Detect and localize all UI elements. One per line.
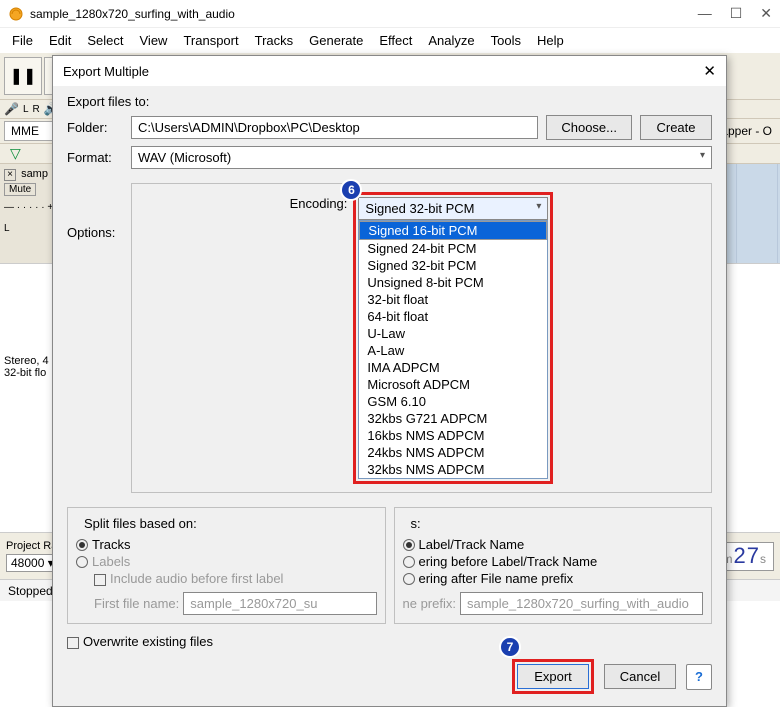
menu-select[interactable]: Select	[81, 31, 129, 50]
help-button[interactable]: ?	[686, 664, 712, 690]
encoding-opt[interactable]: Unsigned 8-bit PCM	[359, 274, 547, 291]
create-button[interactable]: Create	[640, 115, 712, 140]
encoding-opt[interactable]: Signed 16-bit PCM	[359, 221, 547, 240]
menu-help[interactable]: Help	[531, 31, 570, 50]
audio-host-select[interactable]: MME	[4, 121, 54, 141]
name-opt1-radio[interactable]: Label/Track Name	[403, 537, 704, 552]
rec-label-r: R	[33, 104, 40, 115]
mic-icon: 🎤	[4, 102, 19, 116]
split-label: Split files based on:	[80, 516, 201, 531]
options-label: Options:	[67, 225, 123, 240]
window-title: sample_1280x720_surfing_with_audio	[30, 7, 698, 21]
step-7-badge: 7	[499, 636, 521, 658]
prefix-label: ne prefix:	[403, 596, 456, 611]
mapper-label: apper - O	[721, 124, 776, 138]
menu-bar: File Edit Select View Transport Tracks G…	[0, 28, 780, 53]
track-info: Stereo, 4 32-bit flo	[4, 355, 52, 379]
dialog-title: Export Multiple	[63, 64, 703, 79]
encoding-opt[interactable]: 64-bit float	[359, 308, 547, 325]
menu-tools[interactable]: Tools	[485, 31, 527, 50]
rec-label-l: L	[23, 104, 29, 115]
encoding-opt[interactable]: Signed 24-bit PCM	[359, 240, 547, 257]
menu-edit[interactable]: Edit	[43, 31, 77, 50]
encoding-opt[interactable]: GSM 6.10	[359, 393, 547, 410]
format-select[interactable]: WAV (Microsoft)	[131, 146, 712, 169]
split-tracks-radio[interactable]: Tracks	[76, 537, 377, 552]
encoding-label: Encoding:	[290, 196, 348, 211]
encoding-opt[interactable]: 16kbs NMS ADPCM	[359, 427, 547, 444]
name-files-label: s:	[407, 516, 425, 531]
encoding-opt[interactable]: A-Law	[359, 342, 547, 359]
track-close-button[interactable]: ×	[4, 169, 16, 181]
name-opt3-radio[interactable]: ering after File name prefix	[403, 571, 704, 586]
format-label: Format:	[67, 150, 123, 165]
overwrite-label: Overwrite existing files	[83, 634, 213, 649]
encoding-dropdown[interactable]: Signed 16-bit PCM Signed 24-bit PCM Sign…	[358, 220, 548, 479]
name-opt2-radio[interactable]: ering before Label/Track Name	[403, 554, 704, 569]
overwrite-check[interactable]	[67, 637, 79, 649]
menu-transport[interactable]: Transport	[177, 31, 244, 50]
maximize-button[interactable]: ☐	[730, 5, 743, 22]
split-labels-radio[interactable]: Labels	[76, 554, 377, 569]
title-bar: sample_1280x720_surfing_with_audio — ☐ ✕	[0, 0, 780, 28]
menu-effect[interactable]: Effect	[373, 31, 418, 50]
encoding-opt[interactable]: IMA ADPCM	[359, 359, 547, 376]
export-multiple-dialog: Export Multiple ✕ Export files to: Folde…	[52, 55, 727, 707]
encoding-select[interactable]: Signed 32-bit PCM	[358, 197, 548, 220]
pause-button[interactable]: ❚❚	[4, 57, 42, 95]
menu-tracks[interactable]: Tracks	[249, 31, 300, 50]
encoding-opt[interactable]: 32-bit float	[359, 291, 547, 308]
first-file-label: First file name:	[94, 596, 179, 611]
export-to-label: Export files to:	[67, 94, 712, 109]
folder-input[interactable]	[131, 116, 538, 139]
encoding-opt[interactable]: 32kbs NMS ADPCM	[359, 461, 547, 478]
prefix-input	[460, 592, 703, 615]
encoding-opt[interactable]: Microsoft ADPCM	[359, 376, 547, 393]
cancel-button[interactable]: Cancel	[604, 664, 676, 689]
include-audio-check	[94, 574, 106, 586]
dialog-titlebar: Export Multiple ✕	[53, 56, 726, 86]
export-button[interactable]: Export	[517, 664, 589, 689]
minimize-button[interactable]: —	[698, 5, 712, 22]
menu-analyze[interactable]: Analyze	[422, 31, 480, 50]
menu-view[interactable]: View	[134, 31, 174, 50]
app-icon	[8, 6, 24, 22]
first-file-input	[183, 592, 376, 615]
close-button[interactable]: ✕	[760, 5, 772, 22]
track-name[interactable]: samp	[21, 168, 48, 180]
encoding-opt[interactable]: Signed 32-bit PCM	[359, 257, 547, 274]
encoding-opt[interactable]: 24kbs NMS ADPCM	[359, 444, 547, 461]
folder-label: Folder:	[67, 120, 123, 135]
encoding-opt[interactable]: U-Law	[359, 325, 547, 342]
playhead-icon: ▽	[10, 145, 21, 162]
menu-file[interactable]: File	[6, 31, 39, 50]
encoding-opt[interactable]: 32kbs G721 ADPCM	[359, 410, 547, 427]
dialog-close-button[interactable]: ✕	[703, 62, 716, 80]
mute-button[interactable]: Mute	[4, 183, 36, 196]
choose-button[interactable]: Choose...	[546, 115, 632, 140]
menu-generate[interactable]: Generate	[303, 31, 369, 50]
